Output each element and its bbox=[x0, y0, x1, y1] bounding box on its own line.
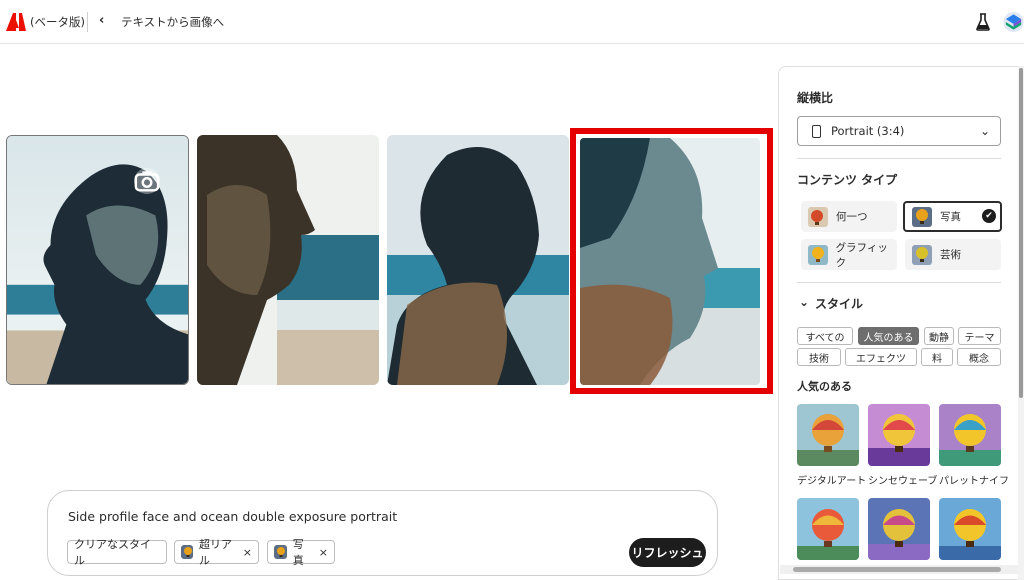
divider bbox=[797, 158, 1001, 159]
style-tag-technique[interactable]: 技術 bbox=[797, 348, 841, 366]
chip-remove-icon[interactable]: × bbox=[319, 546, 328, 559]
generated-image-3[interactable] bbox=[387, 135, 569, 385]
avatar[interactable] bbox=[1003, 11, 1024, 33]
header-divider bbox=[87, 12, 88, 32]
prompt-box[interactable]: Side profile face and ocean double expos… bbox=[47, 490, 718, 576]
aspect-ratio-select[interactable]: Portrait (3:4) ⌄ bbox=[797, 116, 1001, 146]
portrait-icon bbox=[812, 124, 821, 138]
style-thumb-synthwave[interactable] bbox=[868, 404, 930, 466]
style-thumb-label: パレットナイフ bbox=[939, 476, 1009, 487]
content-type-label: グラフィック bbox=[835, 241, 888, 269]
content-type-none[interactable]: 何一つ bbox=[801, 201, 897, 232]
content-type-label: 何一つ bbox=[836, 211, 868, 223]
balloon-thumb-icon bbox=[808, 244, 828, 265]
chip-label: クリアなスタイル bbox=[74, 538, 151, 567]
style-tag-popular[interactable]: 人気のある bbox=[858, 327, 919, 345]
style-tag-materials[interactable]: 料 bbox=[921, 348, 953, 366]
camera-badge-icon[interactable] bbox=[134, 168, 160, 194]
balloon-thumb-icon bbox=[912, 206, 932, 227]
style-thumb-6[interactable] bbox=[939, 498, 1001, 560]
style-thumb-5[interactable] bbox=[868, 498, 930, 560]
style-tag-theme[interactable]: テーマ bbox=[958, 327, 1001, 345]
check-icon: ✔ bbox=[982, 209, 996, 223]
chip-label: 超リアル bbox=[199, 538, 233, 567]
chip-label: 写真 bbox=[292, 538, 304, 567]
style-thumb-label: シンセウェーブ bbox=[868, 476, 938, 487]
selected-image-outline bbox=[570, 128, 773, 394]
page-title: テキストから画像へ bbox=[121, 15, 225, 29]
balloon-thumb-icon bbox=[912, 244, 932, 265]
style-tag-all[interactable]: すべての bbox=[797, 327, 853, 345]
content-type-photo[interactable]: 写真 ✔ bbox=[903, 201, 1002, 232]
content-type-art[interactable]: 芸術 bbox=[905, 239, 1001, 270]
chevron-down-icon[interactable]: ⌄ bbox=[799, 295, 809, 309]
content-type-label: 写真 bbox=[940, 211, 961, 223]
aspect-ratio-value: Portrait (3:4) bbox=[831, 124, 905, 138]
adobe-logo-icon[interactable] bbox=[6, 13, 26, 31]
chevron-down-icon: ⌄ bbox=[979, 124, 990, 138]
content-type-label: 芸術 bbox=[940, 249, 961, 261]
aspect-ratio-heading: 縦横比 bbox=[797, 91, 834, 105]
panel-scroll-thumb[interactable] bbox=[1019, 68, 1023, 398]
balloon-thumb-icon bbox=[274, 545, 287, 559]
content-type-graphic[interactable]: グラフィック bbox=[801, 239, 897, 270]
chip-photo[interactable]: 写真 × bbox=[267, 538, 335, 567]
prompt-text[interactable]: Side profile face and ocean double expos… bbox=[68, 509, 397, 524]
beta-label: (ベータ版) bbox=[30, 15, 85, 29]
style-tag-motion[interactable]: 動静 bbox=[924, 327, 954, 345]
settings-panel: 縦横比 Portrait (3:4) ⌄ コンテンツ タイプ 何一つ 写真 ✔ … bbox=[778, 66, 1024, 580]
balloon-thumb-icon bbox=[181, 545, 194, 559]
chip-clear-style[interactable]: クリアなスタイル bbox=[67, 538, 167, 567]
style-thumb-palette-knife[interactable] bbox=[939, 404, 1001, 466]
style-tag-effects[interactable]: エフェクツ bbox=[845, 348, 917, 366]
popular-heading: 人気のある bbox=[797, 380, 852, 393]
style-thumb-label: デジタルアート bbox=[797, 476, 867, 487]
divider bbox=[797, 282, 1001, 283]
horizontal-scroll-thumb[interactable] bbox=[793, 567, 1001, 572]
balloon-thumb-icon bbox=[808, 206, 828, 227]
style-tag-concept[interactable]: 概念 bbox=[957, 348, 1001, 366]
style-thumb-4[interactable] bbox=[797, 498, 859, 560]
style-heading[interactable]: スタイル bbox=[815, 295, 863, 312]
refresh-button[interactable]: リフレッシュ bbox=[629, 538, 706, 567]
flask-icon[interactable] bbox=[976, 13, 990, 31]
chip-hyper-real[interactable]: 超リアル × bbox=[174, 538, 259, 567]
chip-remove-icon[interactable]: × bbox=[243, 546, 252, 559]
back-chevron-icon[interactable]: ‹ bbox=[99, 13, 104, 28]
style-thumb-digital-art[interactable] bbox=[797, 404, 859, 466]
generated-image-2[interactable] bbox=[197, 135, 379, 385]
top-bar: (ベータ版) ‹ テキストから画像へ bbox=[0, 0, 1024, 44]
generated-image-1[interactable] bbox=[6, 135, 189, 385]
content-type-heading: コンテンツ タイプ bbox=[797, 173, 898, 187]
